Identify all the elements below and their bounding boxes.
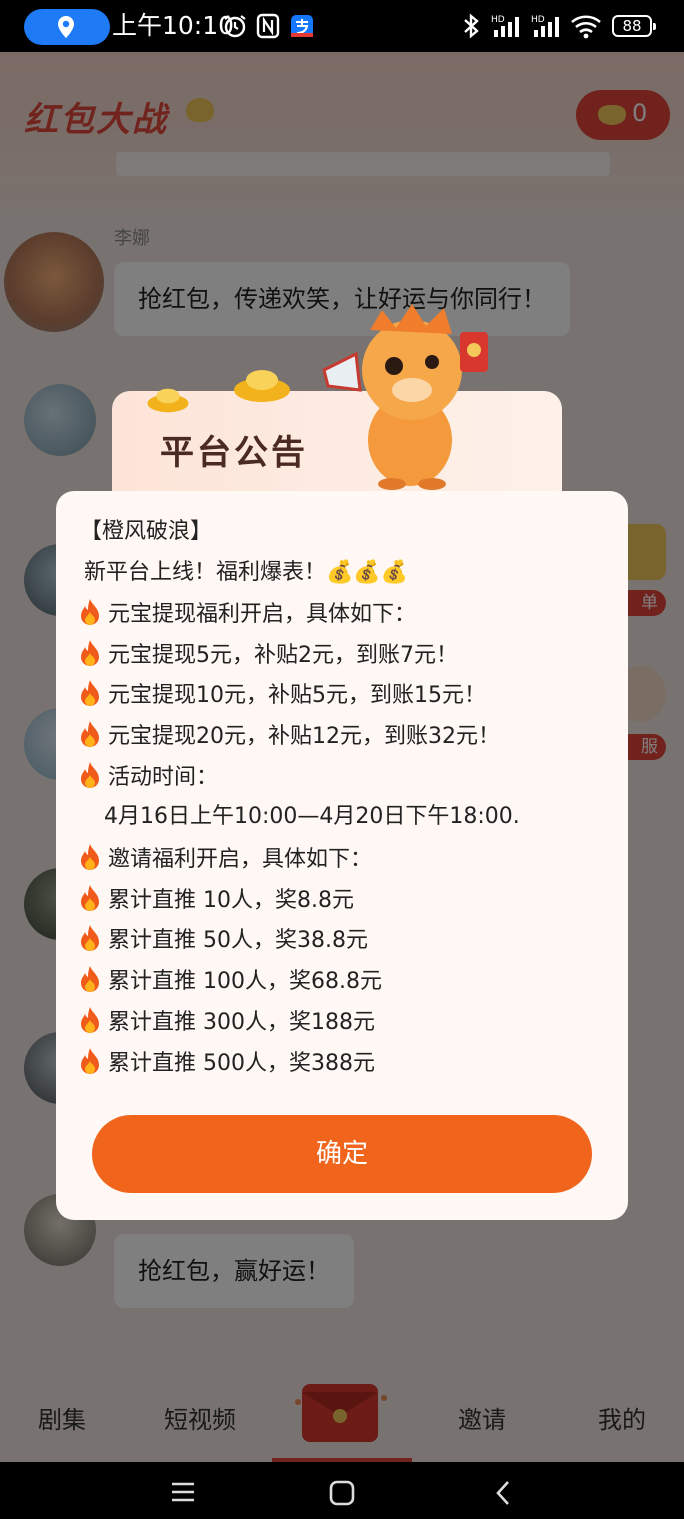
notice-line-text: 【橙风破浪】 (80, 519, 213, 544)
gold-ingot-icon (234, 370, 290, 402)
fire-icon (78, 1048, 108, 1076)
notice-line: 4月16日上午10:00—4月20日下午18:00. (104, 802, 520, 832)
notice-line: 累计直推 50人，奖38.8元 (78, 924, 368, 956)
status-time: 上午10:10 (112, 11, 235, 40)
fire-icon (78, 721, 108, 749)
fire-icon (78, 1007, 108, 1035)
notice-line-text: 元宝提现10元，补贴5元，到账15元！ (108, 683, 486, 708)
notice-line: 累计直推 100人，奖68.8元 (78, 965, 382, 997)
alarm-icon (224, 15, 246, 38)
fire-icon (78, 885, 108, 913)
fire-icon (78, 844, 108, 872)
notice-line-text: 邀请福利开启，具体如下： (108, 847, 373, 872)
notice-line-text: 累计直推 50人，奖38.8元 (108, 928, 368, 953)
fire-icon (78, 966, 108, 994)
fire-icon (78, 599, 108, 627)
fire-icon (78, 640, 108, 668)
notice-line-text: 活动时间： (108, 765, 219, 790)
notice-line: 元宝提现5元，补贴2元，到账7元！ (78, 639, 458, 671)
back-icon[interactable] (494, 1480, 512, 1506)
fire-icon (78, 680, 108, 708)
notice-line-text: 累计直推 100人，奖68.8元 (108, 969, 382, 994)
fire-icon (78, 925, 108, 953)
wifi-icon (571, 15, 601, 39)
notice-line-text: 元宝提现福利开启，具体如下： (108, 602, 417, 627)
battery-icon: 88 (612, 15, 656, 37)
home-icon[interactable] (329, 1480, 355, 1506)
notice-line: 新平台上线！福利爆表！💰💰💰 (84, 558, 408, 588)
notice-line: 累计直推 500人，奖388元 (78, 1047, 375, 1079)
notice-line-text: 新平台上线！福利爆表！💰💰💰 (84, 560, 409, 585)
svg-text:HD: HD (531, 15, 545, 25)
gold-ingot-icon (147, 388, 189, 413)
notice-title: 平台公告 (160, 433, 308, 473)
notice-line: 元宝提现10元，补贴5元，到账15元！ (78, 679, 486, 711)
hd-signal-icon: HD (491, 15, 519, 37)
location-indicator[interactable] (24, 9, 110, 45)
notice-line: 邀请福利开启，具体如下： (78, 843, 372, 875)
notice-line: 元宝提现福利开启，具体如下： (78, 598, 416, 630)
notice-line-text: 累计直推 500人，奖388元 (108, 1051, 375, 1076)
svg-text:HD: HD (491, 15, 505, 25)
notice-line: 累计直推 10人，奖8.8元 (78, 884, 354, 916)
bluetooth-icon (464, 13, 479, 39)
notice-line-text: 元宝提现5元，补贴2元，到账7元！ (108, 643, 458, 668)
notice-line-text: 累计直推 300人，奖188元 (108, 1010, 375, 1035)
notice-line: 活动时间： (78, 761, 218, 793)
notice-line: 累计直推 300人，奖188元 (78, 1006, 375, 1038)
hd-signal-icon: HD (531, 15, 559, 37)
notice-line: 元宝提现20元，补贴12元，到账32元！ (78, 720, 500, 752)
dragon-mascot-icon (322, 304, 488, 490)
menu-icon[interactable] (170, 1480, 196, 1504)
confirm-button[interactable]: 确定 (92, 1115, 592, 1193)
system-nav-bar (0, 1462, 684, 1519)
notice-line: 【橙风破浪】 (80, 517, 212, 547)
fire-icon (78, 762, 108, 790)
notice-line-text: 元宝提现20元，补贴12元，到账32元！ (108, 724, 500, 749)
notice-line-text: 4月16日上午10:00—4月20日下午18:00. (104, 804, 520, 829)
notice-line-text: 累计直推 10人，奖8.8元 (108, 888, 354, 913)
location-icon (58, 16, 74, 38)
nfc-icon (256, 13, 280, 39)
alipay-icon (291, 15, 313, 37)
status-bar: 上午10:10 HD HD 88 (0, 0, 684, 52)
